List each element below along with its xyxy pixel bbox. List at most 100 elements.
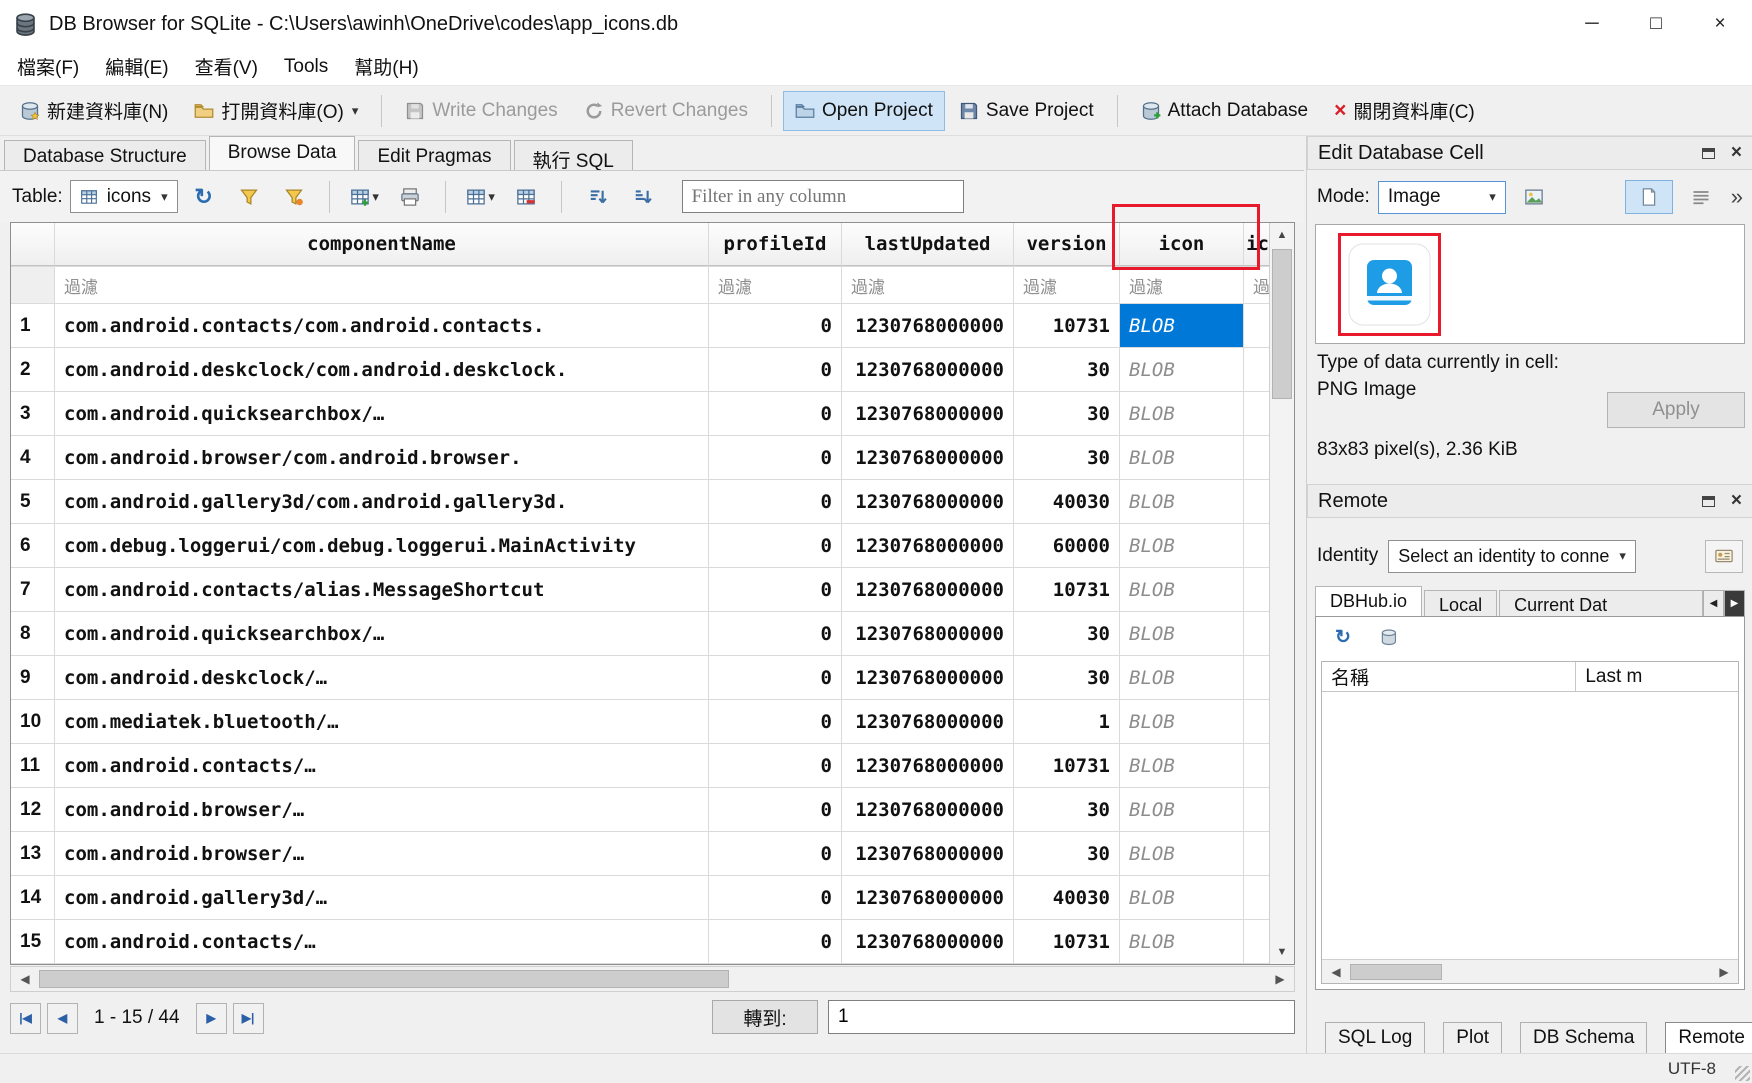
tab-current-database[interactable]: Current Dat [1499, 590, 1703, 617]
filter-profileId[interactable]: 過濾 [709, 267, 842, 303]
cell-lastUpdated[interactable]: 1230768000000 [842, 920, 1014, 963]
save-project-button[interactable]: Save Project [947, 91, 1106, 131]
goto-button[interactable]: 轉到: [712, 1000, 818, 1034]
cell-profileId[interactable]: 0 [709, 700, 842, 743]
tab-database-structure[interactable]: Database Structure [4, 140, 206, 170]
cell-icon[interactable]: BLOB [1120, 876, 1244, 919]
cell-partial[interactable] [1244, 524, 1271, 567]
cell-componentName[interactable]: com.android.browser/… [55, 832, 709, 875]
cell-lastUpdated[interactable]: 1230768000000 [842, 524, 1014, 567]
cell-icon[interactable]: BLOB [1120, 832, 1244, 875]
cell-partial[interactable] [1244, 832, 1271, 875]
column-header-profileId[interactable]: profileId [709, 223, 842, 266]
table-select[interactable]: icons ▾ [70, 180, 178, 213]
tab-dbhub[interactable]: DBHub.io [1315, 586, 1422, 617]
first-page-button[interactable]: |◀ [10, 1003, 41, 1034]
maximize-button[interactable]: □ [1624, 0, 1688, 48]
new-record-button[interactable]: ▾ [346, 179, 384, 215]
cell-partial[interactable] [1244, 392, 1271, 435]
toolbar-overflow-icon[interactable]: » [1731, 184, 1743, 210]
apply-button[interactable]: Apply [1607, 392, 1745, 428]
cell-componentName[interactable]: com.android.contacts/… [55, 744, 709, 787]
print-button[interactable] [391, 179, 429, 215]
cell-icon[interactable]: BLOB [1120, 480, 1244, 523]
cell-version[interactable]: 1 [1014, 700, 1120, 743]
column-header-componentName[interactable]: componentName [55, 223, 709, 266]
cell-componentName[interactable]: com.android.browser/com.android.browser. [55, 436, 709, 479]
cell-componentName[interactable]: com.android.quicksearchbox/… [55, 392, 709, 435]
filter-lastUpdated[interactable]: 過濾 [842, 267, 1014, 303]
scroll-down-icon[interactable]: ▼ [1270, 940, 1294, 964]
cell-partial[interactable] [1244, 788, 1271, 831]
sort-descending-button[interactable] [623, 179, 661, 215]
column-header-version[interactable]: version [1014, 223, 1120, 266]
cell-version[interactable]: 30 [1014, 436, 1120, 479]
cell-lastUpdated[interactable]: 1230768000000 [842, 568, 1014, 611]
close-panel-icon[interactable]: × [1731, 490, 1742, 512]
cell-version[interactable]: 30 [1014, 788, 1120, 831]
cell-partial[interactable] [1244, 656, 1271, 699]
cell-icon[interactable]: BLOB [1120, 744, 1244, 787]
menu-tools[interactable]: Tools [271, 49, 341, 85]
tab-local[interactable]: Local [1424, 590, 1497, 617]
cell-lastUpdated[interactable]: 1230768000000 [842, 656, 1014, 699]
tab-scroll-left-button[interactable]: ◀ [1703, 590, 1724, 617]
row-number[interactable]: 13 [11, 832, 55, 875]
float-panel-icon[interactable] [1702, 496, 1715, 507]
cell-icon[interactable]: BLOB [1120, 568, 1244, 611]
row-number[interactable]: 4 [11, 436, 55, 479]
cell-icon[interactable]: BLOB [1120, 436, 1244, 479]
write-changes-button[interactable]: Write Changes [393, 91, 569, 131]
menu-view[interactable]: 查看(V) [182, 46, 271, 87]
filter-icon[interactable]: 過濾 [1120, 267, 1244, 303]
previous-page-button[interactable]: ◀ [47, 1003, 78, 1034]
filter-partial[interactable]: 過濾 [1244, 267, 1271, 303]
cell-componentName[interactable]: com.android.quicksearchbox/… [55, 612, 709, 655]
row-number[interactable]: 11 [11, 744, 55, 787]
cell-profileId[interactable]: 0 [709, 612, 842, 655]
float-panel-icon[interactable] [1702, 148, 1715, 159]
cell-profileId[interactable]: 0 [709, 392, 842, 435]
cell-profileId[interactable]: 0 [709, 920, 842, 963]
cell-lastUpdated[interactable]: 1230768000000 [842, 480, 1014, 523]
sort-ascending-button[interactable] [578, 179, 616, 215]
manage-identities-button[interactable] [1705, 540, 1743, 573]
column-header-partial[interactable]: ic [1244, 223, 1271, 266]
remote-refresh-button[interactable]: ↻ [1324, 619, 1362, 655]
cell-profileId[interactable]: 0 [709, 436, 842, 479]
tab-edit-pragmas[interactable]: Edit Pragmas [358, 140, 510, 170]
refresh-button[interactable]: ↻ [185, 179, 223, 215]
row-number[interactable]: 3 [11, 392, 55, 435]
cell-icon[interactable]: BLOB [1120, 700, 1244, 743]
row-number[interactable]: 15 [11, 920, 55, 963]
cell-lastUpdated[interactable]: 1230768000000 [842, 436, 1014, 479]
close-database-button[interactable]: × 關閉資料庫(C) [1322, 91, 1487, 131]
cell-partial[interactable] [1244, 480, 1271, 523]
cell-componentName[interactable]: com.android.gallery3d/… [55, 876, 709, 919]
cell-lastUpdated[interactable]: 1230768000000 [842, 612, 1014, 655]
row-number[interactable]: 10 [11, 700, 55, 743]
tab-remote[interactable]: Remote [1665, 1022, 1752, 1054]
cell-profileId[interactable]: 0 [709, 524, 842, 567]
cell-icon[interactable]: BLOB [1120, 524, 1244, 567]
attach-database-button[interactable]: Attach Database [1129, 91, 1320, 131]
cell-partial[interactable] [1244, 568, 1271, 611]
cell-version[interactable]: 10731 [1014, 744, 1120, 787]
goto-input[interactable] [828, 1000, 1295, 1034]
cell-componentName[interactable]: com.android.gallery3d/com.android.galler… [55, 480, 709, 523]
cell-version[interactable]: 40030 [1014, 480, 1120, 523]
cell-icon[interactable]: BLOB [1120, 656, 1244, 699]
cell-version[interactable]: 30 [1014, 392, 1120, 435]
cell-componentName[interactable]: com.android.browser/… [55, 788, 709, 831]
cell-partial[interactable] [1244, 304, 1271, 347]
menu-help[interactable]: 幫助(H) [341, 46, 431, 87]
remote-scrollbar-thumb[interactable] [1350, 964, 1442, 980]
menu-edit[interactable]: 編輯(E) [92, 46, 181, 87]
row-number[interactable]: 7 [11, 568, 55, 611]
remote-column-name[interactable]: 名稱 [1322, 662, 1576, 691]
chevron-down-icon[interactable]: ▾ [352, 103, 359, 119]
save-filter-button[interactable] [275, 179, 313, 215]
horizontal-scrollbar[interactable]: ◀ ▶ [10, 966, 1295, 992]
cell-lastUpdated[interactable]: 1230768000000 [842, 392, 1014, 435]
cell-componentName[interactable]: com.android.contacts/com.android.contact… [55, 304, 709, 347]
